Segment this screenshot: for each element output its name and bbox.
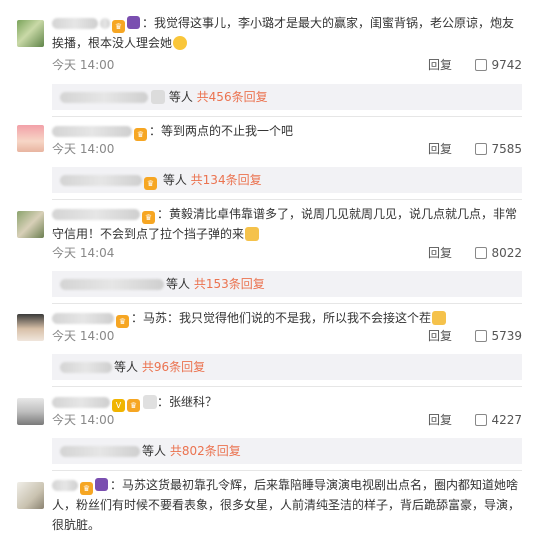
like-button[interactable]: 7585 bbox=[475, 139, 522, 159]
username-blurred[interactable] bbox=[52, 480, 78, 491]
smile-emoji-icon bbox=[173, 36, 188, 50]
username-blurred[interactable] bbox=[60, 446, 140, 457]
comment-text-block: V ♛ ：张继科？ bbox=[52, 392, 522, 412]
thumbs-up-icon bbox=[475, 143, 488, 155]
reply-summary-bar: 等人 共456条回复 bbox=[52, 84, 522, 110]
reply-summary-users: 等人 bbox=[166, 277, 191, 291]
comment-time: 今天 14:04 bbox=[52, 246, 115, 260]
divider bbox=[52, 470, 522, 471]
comment-text: ：马苏这货最初靠孔令辉，后来靠陪睡导演演电视剧出点名，圈内都知道她啥人，粉丝们有… bbox=[52, 478, 521, 532]
like-count: 5739 bbox=[491, 329, 522, 343]
more-replies-link[interactable]: 共153条回复 bbox=[194, 277, 265, 291]
thumbs-up-icon bbox=[475, 414, 488, 426]
panda-emoji-icon bbox=[151, 90, 165, 104]
crown-badge-icon: ♛ bbox=[80, 482, 93, 495]
username-blurred[interactable] bbox=[52, 18, 98, 29]
username-blurred[interactable] bbox=[60, 92, 148, 103]
like-count: 9742 bbox=[491, 58, 522, 72]
like-button[interactable]: 9742 bbox=[475, 55, 522, 75]
reply-summary-bar: ♛ 等人 共134条回复 bbox=[52, 167, 522, 193]
comment-time: 今天 14:00 bbox=[52, 58, 115, 72]
like-count: 8022 bbox=[491, 246, 522, 260]
username-blurred[interactable] bbox=[52, 126, 132, 137]
comment-text: ：等到两点的不止我一个吧 bbox=[149, 124, 294, 138]
comment-meta: 今天 14:00 回复 5739 bbox=[52, 326, 522, 346]
divider bbox=[52, 199, 522, 200]
comment-time: 今天 14:00 bbox=[52, 413, 115, 427]
comment-text: ：马苏：我只觉得他们说的不是我，所以我不会接这个茬 bbox=[131, 311, 432, 325]
reply-summary-users: 等人 bbox=[162, 173, 187, 187]
reply-summary-users: 等人 bbox=[168, 90, 193, 104]
divider bbox=[52, 386, 522, 387]
comment-text: ：张继科？ bbox=[157, 395, 218, 409]
comment-meta: 今天 14:00 回复 9742 bbox=[52, 55, 522, 75]
comment-text-block: ♛ ：马苏：我只觉得他们说的不是我，所以我不会接这个茬 bbox=[52, 308, 522, 328]
comment-time: 今天 14:00 bbox=[52, 329, 115, 343]
reply-summary-users: 等人 bbox=[114, 360, 139, 374]
like-count: 7585 bbox=[491, 142, 522, 156]
more-replies-link[interactable]: 共96条回复 bbox=[142, 360, 205, 374]
reply-button[interactable]: 回复 bbox=[428, 410, 452, 430]
comment-meta: 今天 14:00 回复 7585 bbox=[52, 139, 522, 159]
avatar[interactable] bbox=[17, 211, 44, 238]
member-badge-icon bbox=[127, 16, 140, 29]
more-replies-link[interactable]: 共134条回复 bbox=[191, 173, 262, 187]
crown-badge-icon: ♛ bbox=[142, 211, 155, 224]
thumbs-up-icon bbox=[475, 330, 488, 342]
reply-button[interactable]: 回复 bbox=[428, 243, 452, 263]
username-blurred[interactable] bbox=[52, 397, 110, 408]
crown-badge-icon: ♛ bbox=[112, 20, 125, 33]
comment-time: 今天 14:00 bbox=[52, 142, 115, 156]
comment-meta: 今天 14:00 回复 4227 bbox=[52, 410, 522, 430]
cat-emoji-icon bbox=[245, 227, 260, 241]
comment-text-block: ♛ ：我觉得这事儿，李小璐才是最大的赢家，闺蜜背锅，老公原谅，炮友挨播，根本没人理… bbox=[52, 13, 522, 53]
divider bbox=[52, 303, 522, 304]
avatar[interactable] bbox=[17, 398, 44, 425]
avatar[interactable] bbox=[17, 20, 44, 47]
reply-button[interactable]: 回复 bbox=[428, 326, 452, 346]
comment-text-block: ♛ ：马苏这货最初靠孔令辉，后来靠陪睡导演演电视剧出点名，圈内都知道她啥人，粉丝们… bbox=[52, 475, 522, 535]
divider bbox=[52, 116, 522, 117]
like-button[interactable]: 8022 bbox=[475, 243, 522, 263]
like-button[interactable]: 5739 bbox=[475, 326, 522, 346]
username-blurred[interactable] bbox=[60, 279, 164, 290]
comment-text-block: ♛ ：黄毅清比卓伟靠谱多了，说周几见就周几见，说几点就几点，非常守信用！不会到点了… bbox=[52, 204, 522, 244]
more-replies-link[interactable]: 共456条回复 bbox=[197, 90, 268, 104]
username-blurred[interactable] bbox=[60, 175, 142, 186]
avatar[interactable] bbox=[17, 125, 44, 152]
like-button[interactable]: 4227 bbox=[475, 410, 522, 430]
username-blurred[interactable] bbox=[60, 362, 112, 373]
thumbs-up-icon bbox=[475, 59, 488, 71]
more-replies-link[interactable]: 共802条回复 bbox=[170, 444, 241, 458]
username-blurred[interactable] bbox=[52, 313, 114, 324]
reply-button[interactable]: 回复 bbox=[428, 55, 452, 75]
cat-emoji-icon bbox=[432, 311, 447, 325]
reply-summary-bar: 等人 共802条回复 bbox=[52, 438, 522, 464]
username-blurred[interactable] bbox=[52, 209, 140, 220]
avatar[interactable] bbox=[17, 314, 44, 341]
reply-button[interactable]: 回复 bbox=[428, 139, 452, 159]
member-badge-icon bbox=[95, 478, 108, 491]
thumbs-up-icon bbox=[475, 247, 488, 259]
panda-emoji-icon bbox=[143, 395, 157, 409]
username-blurred[interactable] bbox=[100, 18, 110, 29]
like-count: 4227 bbox=[491, 413, 522, 427]
comment-meta: 今天 14:04 回复 8022 bbox=[52, 243, 522, 263]
reply-summary-bar: 等人 共96条回复 bbox=[52, 354, 522, 380]
reply-summary-bar: 等人 共153条回复 bbox=[52, 271, 522, 297]
crown-badge-icon: ♛ bbox=[144, 177, 157, 190]
reply-summary-users: 等人 bbox=[142, 444, 167, 458]
avatar[interactable] bbox=[17, 482, 44, 509]
comment-text-block: ♛ ：等到两点的不止我一个吧 bbox=[52, 121, 522, 141]
